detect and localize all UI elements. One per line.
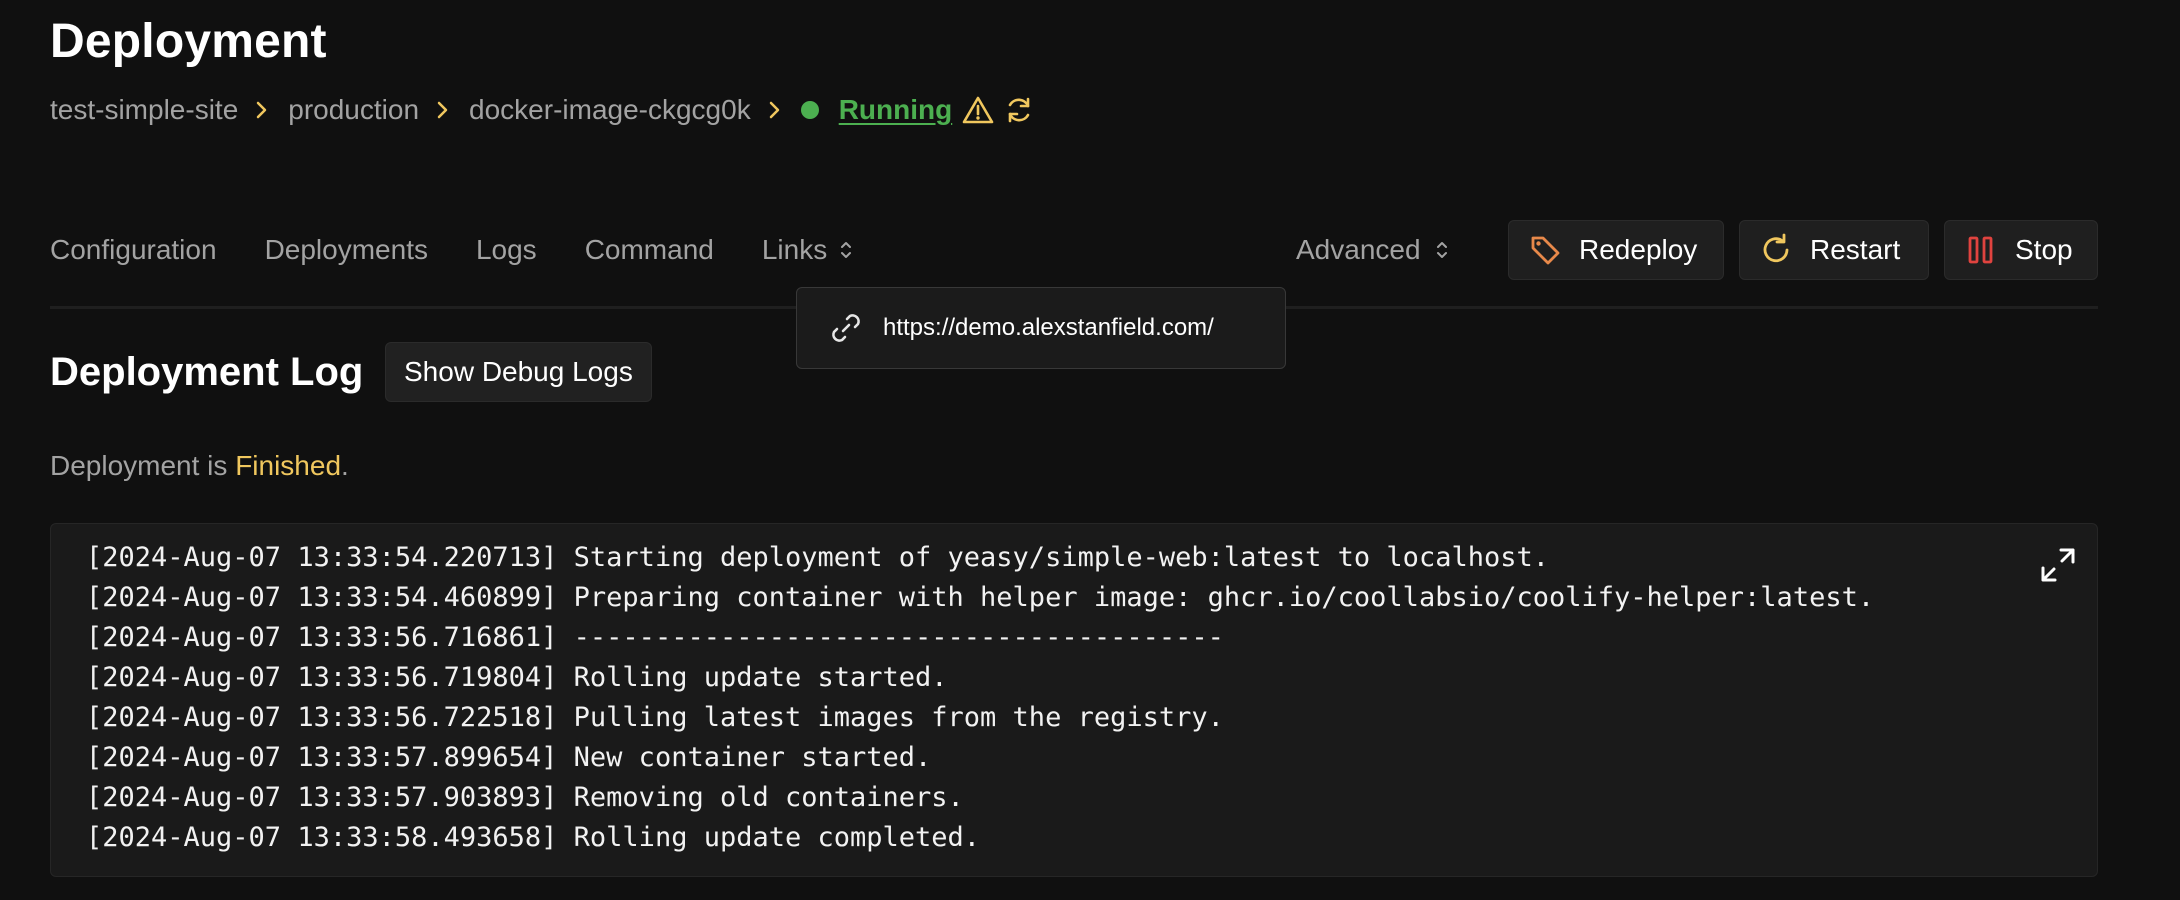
restart-icon <box>1763 233 1789 263</box>
deployment-status-text: Deployment is Finished. <box>50 450 349 482</box>
chevron-right-icon <box>256 101 268 119</box>
restart-button[interactable]: Restart <box>1739 220 1929 280</box>
log-line: [2024-Aug-07 13:33:57.899654] New contai… <box>86 742 932 773</box>
tab-links[interactable]: Links <box>762 234 853 266</box>
deployment-log-title: Deployment Log <box>50 350 364 394</box>
tab-links-label: Links <box>761 234 828 265</box>
chevron-right-icon <box>769 101 781 119</box>
deployment-status-value: Finished <box>235 450 342 481</box>
breadcrumb-project[interactable]: test-simple-site <box>50 94 238 126</box>
advanced-dropdown[interactable]: Advanced <box>1296 228 1449 272</box>
breadcrumb-environment[interactable]: production <box>288 94 419 126</box>
warning-icon[interactable] <box>962 95 994 125</box>
log-line: [2024-Aug-07 13:33:58.493658] Rolling up… <box>86 822 981 853</box>
restart-label: Restart <box>1810 234 1901 265</box>
chevron-up-down-icon <box>839 239 853 261</box>
deployment-status-suffix: . <box>341 450 349 481</box>
redeploy-button[interactable]: Redeploy <box>1508 220 1724 280</box>
expand-icon[interactable] <box>2037 544 2079 593</box>
show-debug-logs-button[interactable]: Show Debug Logs <box>385 342 652 402</box>
tab-command[interactable]: Command <box>585 234 714 266</box>
refresh-icon[interactable] <box>1004 95 1034 125</box>
log-line: [2024-Aug-07 13:33:56.716861] ----------… <box>86 622 1224 653</box>
breadcrumb: test-simple-site production docker-image… <box>50 90 1034 130</box>
stop-label: Stop <box>2015 234 2073 265</box>
chevron-right-icon <box>437 101 449 119</box>
breadcrumb-resource[interactable]: docker-image-ckgcg0k <box>469 94 751 126</box>
status-dot <box>800 101 819 119</box>
tab-logs[interactable]: Logs <box>476 234 537 266</box>
link-url[interactable]: https://demo.alexstanfield.com/ <box>883 314 1214 342</box>
log-line: [2024-Aug-07 13:33:56.719804] Rolling up… <box>86 662 948 693</box>
link-icon <box>832 314 860 342</box>
tab-deployments[interactable]: Deployments <box>265 234 428 266</box>
log-line: [2024-Aug-07 13:33:57.903893] Removing o… <box>86 782 964 813</box>
log-line: [2024-Aug-07 13:33:54.460899] Preparing … <box>86 582 1875 613</box>
status-running-link[interactable]: Running <box>839 94 953 126</box>
pause-icon <box>1968 236 1993 264</box>
redeploy-label: Redeploy <box>1579 234 1698 265</box>
links-popup[interactable]: https://demo.alexstanfield.com/ <box>796 287 1286 369</box>
log-line: [2024-Aug-07 13:33:56.722518] Pulling la… <box>86 702 1224 733</box>
tab-bar: Configuration Deployments Logs Command L… <box>50 228 901 272</box>
deployment-status-prefix: Deployment is <box>50 450 236 481</box>
advanced-label: Advanced <box>1296 234 1421 265</box>
tab-configuration[interactable]: Configuration <box>50 234 217 266</box>
chevron-up-down-icon <box>1435 239 1449 261</box>
page-title: Deployment <box>50 15 327 68</box>
log-line: [2024-Aug-07 13:33:54.220713] Starting d… <box>86 542 1549 573</box>
stop-button[interactable]: Stop <box>1944 220 2098 280</box>
tag-icon <box>1531 236 1560 265</box>
deployment-log-output[interactable]: [2024-Aug-07 13:33:54.220713] Starting d… <box>50 523 2098 877</box>
